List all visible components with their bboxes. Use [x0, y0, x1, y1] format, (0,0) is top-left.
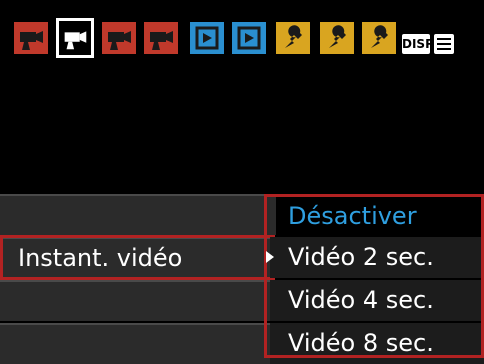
disp-button[interactable]: DISP [402, 34, 434, 54]
tab-movie-camera-icon[interactable] [102, 22, 136, 54]
current-setting-pointer-icon [266, 251, 274, 263]
option-desactiver[interactable]: Désactiver [270, 196, 484, 237]
option-video-2-sec[interactable]: Vidéo 2 sec. [270, 237, 484, 278]
tab-wrench-icon[interactable] [276, 22, 310, 54]
menu-panel: Instant. vidéo Désactiver Vidéo 2 sec. V… [0, 182, 484, 364]
tab-wrench-icon[interactable] [320, 22, 354, 54]
tab-playback-icon[interactable] [190, 22, 224, 54]
tab-movie-camera-icon[interactable] [56, 18, 94, 58]
tab-playback-icon[interactable] [232, 22, 266, 54]
info-icon[interactable] [434, 34, 454, 54]
tab-movie-camera-icon[interactable] [144, 22, 178, 54]
menu-tab-strip [14, 18, 414, 62]
menu-item-label: Instant. vidéo [18, 244, 183, 272]
tab-movie-camera-icon[interactable] [14, 22, 48, 54]
tab-wrench-icon[interactable] [362, 22, 396, 54]
option-video-4-sec[interactable]: Vidéo 4 sec. [270, 280, 484, 321]
